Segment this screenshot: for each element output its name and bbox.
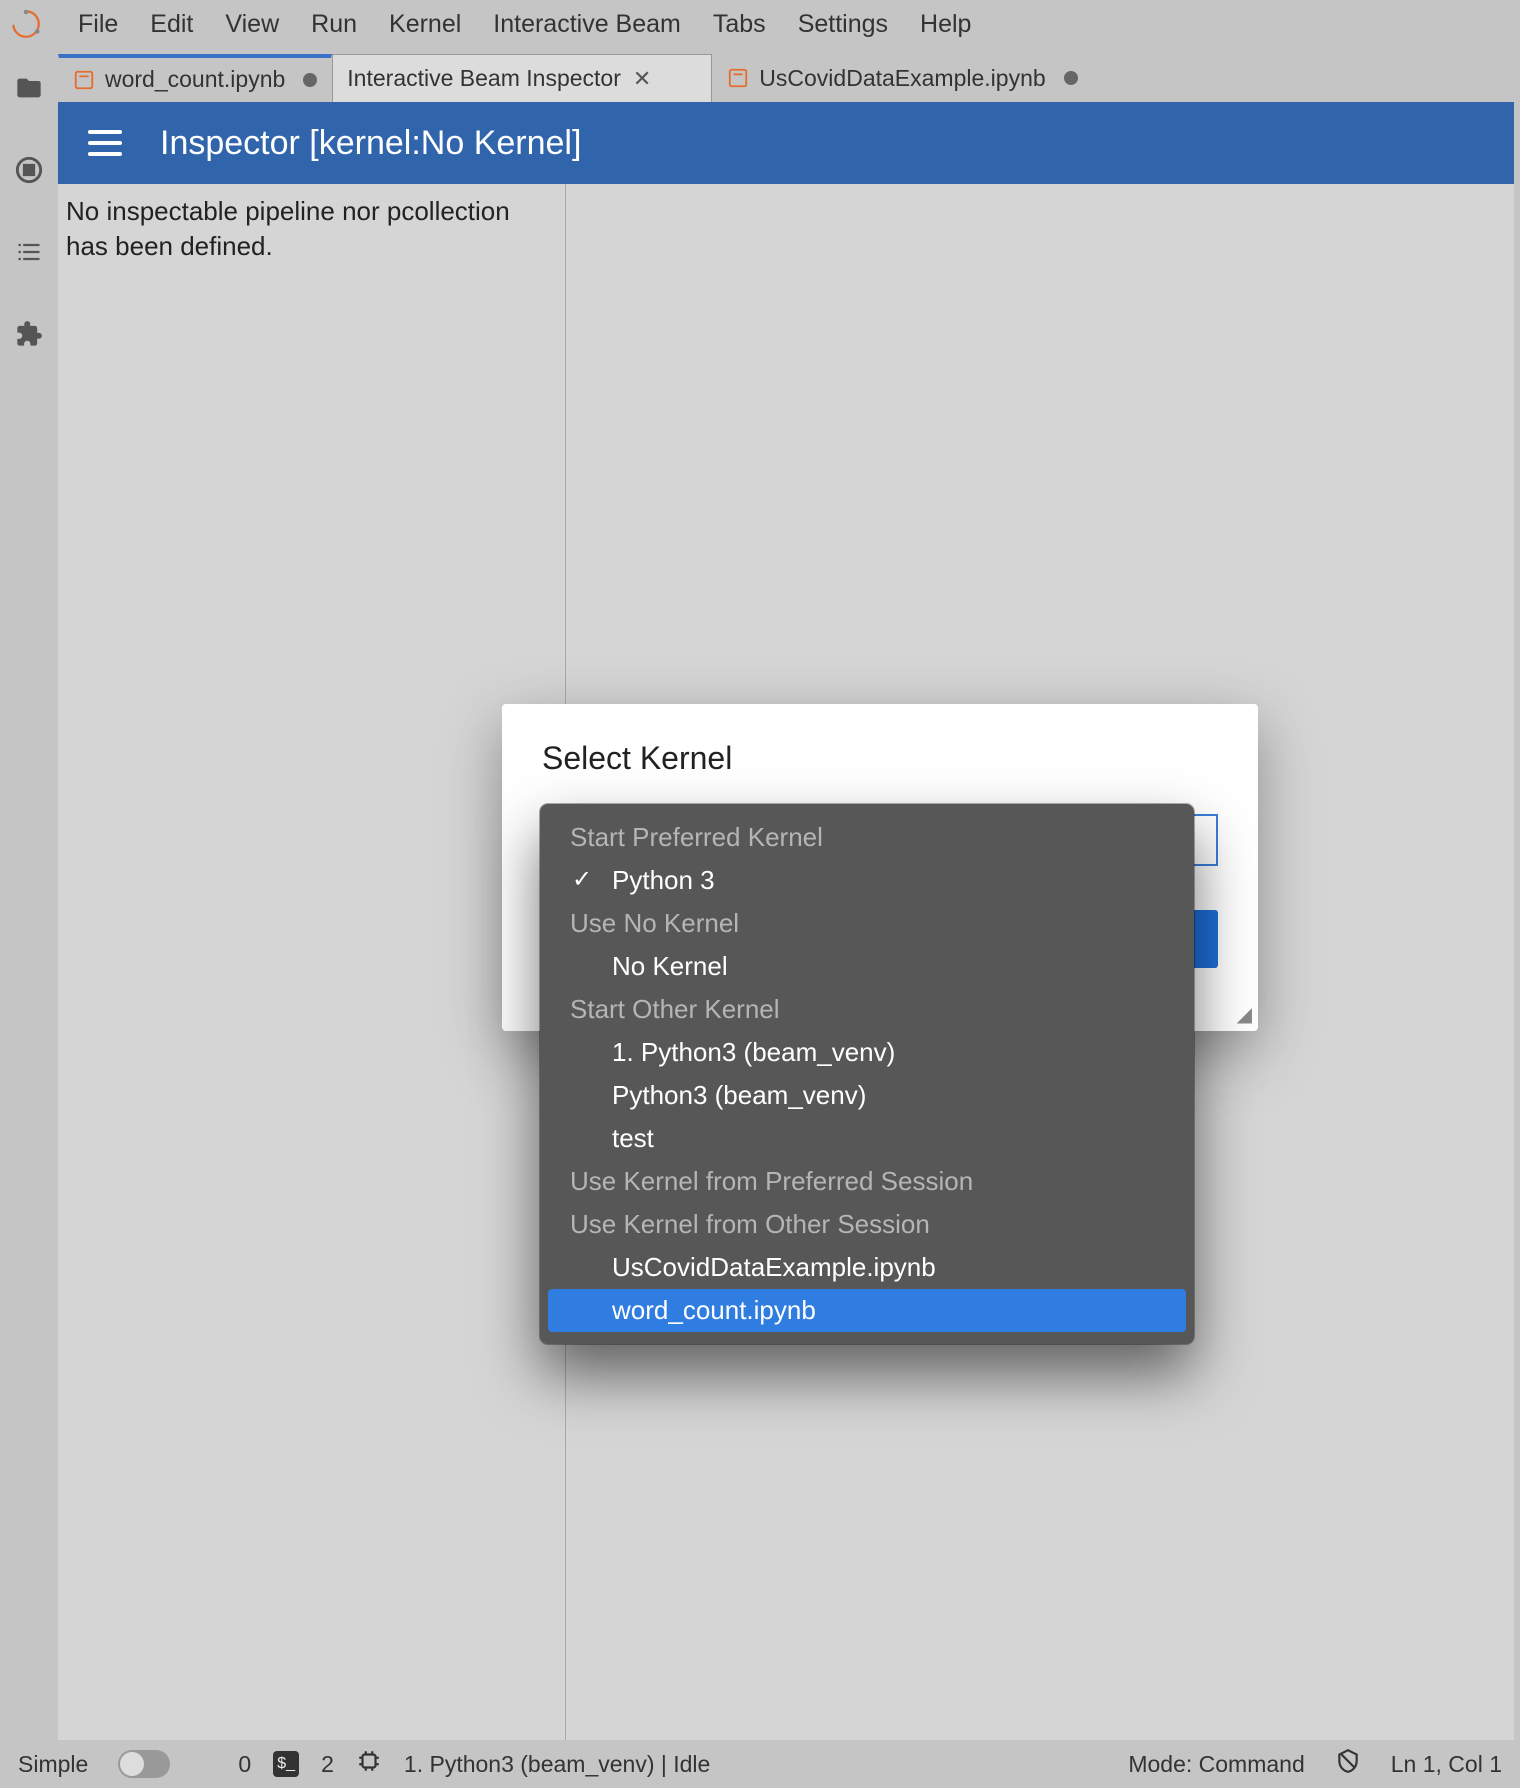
menu-kernel[interactable]: Kernel [373,2,477,47]
shield-icon[interactable] [1335,1748,1361,1780]
dd-section-no-kernel: Use No Kernel [548,902,1186,945]
dd-section-preferred-session: Use Kernel from Preferred Session [548,1160,1186,1203]
resize-handle-icon[interactable]: ◢ [1237,1002,1252,1027]
menu-tabs[interactable]: Tabs [697,2,782,47]
menu-view[interactable]: View [209,2,295,47]
running-icon[interactable] [13,154,45,186]
dd-item-test[interactable]: test [548,1117,1186,1160]
terminal-icon[interactable]: $_ [273,1751,299,1777]
tab-label: word_count.ipynb [105,66,285,93]
dirty-indicator [1064,71,1078,85]
menu-help[interactable]: Help [904,2,987,47]
menu-run[interactable]: Run [295,2,373,47]
mode-text: Mode: Command [1128,1751,1304,1778]
toc-icon[interactable] [13,236,45,268]
hamburger-icon[interactable] [88,130,122,156]
file-browser-icon[interactable] [13,72,45,104]
tab-label: UsCovidDataExample.ipynb [759,65,1045,92]
menu-interactive-beam[interactable]: Interactive Beam [477,2,697,47]
kernel-status-text: 1. Python3 (beam_venv) | Idle [404,1751,710,1778]
dirty-indicator [303,73,317,87]
simple-toggle[interactable] [118,1750,170,1778]
tab-word-count[interactable]: word_count.ipynb [58,54,332,102]
notebook-icon [727,67,749,89]
tab-uscoviddata[interactable]: UsCovidDataExample.ipynb [712,54,1122,102]
dd-section-preferred: Start Preferred Kernel [548,816,1186,859]
simple-label: Simple [18,1751,88,1778]
tab-beam-inspector[interactable]: Interactive Beam Inspector ✕ [332,54,712,102]
cursor-position: Ln 1, Col 1 [1391,1751,1502,1778]
inspector-message-pane: No inspectable pipeline nor pcollection … [58,184,566,1740]
dd-section-other-kernel: Start Other Kernel [548,988,1186,1031]
menu-edit[interactable]: Edit [134,2,209,47]
menu-file[interactable]: File [62,2,134,47]
jupyter-logo [10,8,42,40]
modal-title: Select Kernel [542,740,1218,777]
dd-section-other-session: Use Kernel from Other Session [548,1203,1186,1246]
tabs-row: word_count.ipynb Interactive Beam Inspec… [58,54,1514,102]
status-count-0: 0 [238,1751,251,1778]
menu-settings[interactable]: Settings [782,2,904,47]
kernel-settings-icon[interactable] [356,1748,382,1780]
statusbar: Simple 0 $_ 2 1. Python3 (beam_venv) | I… [0,1740,1520,1788]
dd-item-python3[interactable]: Python 3 [548,859,1186,902]
tab-label: Interactive Beam Inspector [347,65,621,92]
empty-message: No inspectable pipeline nor pcollection … [66,194,557,264]
extensions-icon[interactable] [13,318,45,350]
menubar: File Edit View Run Kernel Interactive Be… [0,0,1520,48]
left-sidebar [0,48,58,1740]
status-count-2: 2 [321,1751,334,1778]
kernel-dropdown: Start Preferred Kernel Python 3 Use No K… [540,804,1194,1344]
dd-item-session-uscovid[interactable]: UsCovidDataExample.ipynb [548,1246,1186,1289]
notebook-icon [73,69,95,91]
inspector-header: Inspector [kernel:No Kernel] [58,102,1514,184]
dd-item-other1[interactable]: 1. Python3 (beam_venv) [548,1031,1186,1074]
dd-item-no-kernel[interactable]: No Kernel [548,945,1186,988]
inspector-title: Inspector [kernel:No Kernel] [160,124,581,163]
close-icon[interactable]: ✕ [633,66,651,92]
dd-item-session-wordcount[interactable]: word_count.ipynb [548,1289,1186,1332]
dd-item-other2[interactable]: Python3 (beam_venv) [548,1074,1186,1117]
